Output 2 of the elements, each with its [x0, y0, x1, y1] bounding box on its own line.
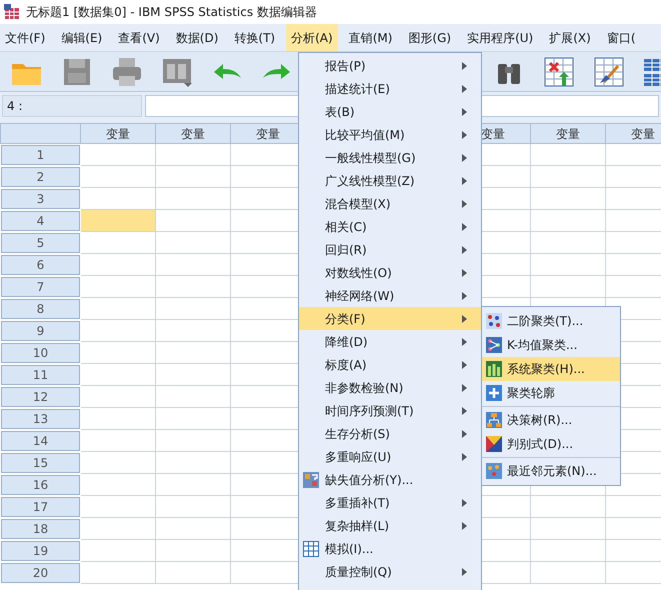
window-title: 无标题1 [数据集0] - IBM SPSS Statistics 数据编辑器 [26, 4, 317, 21]
cell-reference: 4 : [2, 94, 142, 116]
